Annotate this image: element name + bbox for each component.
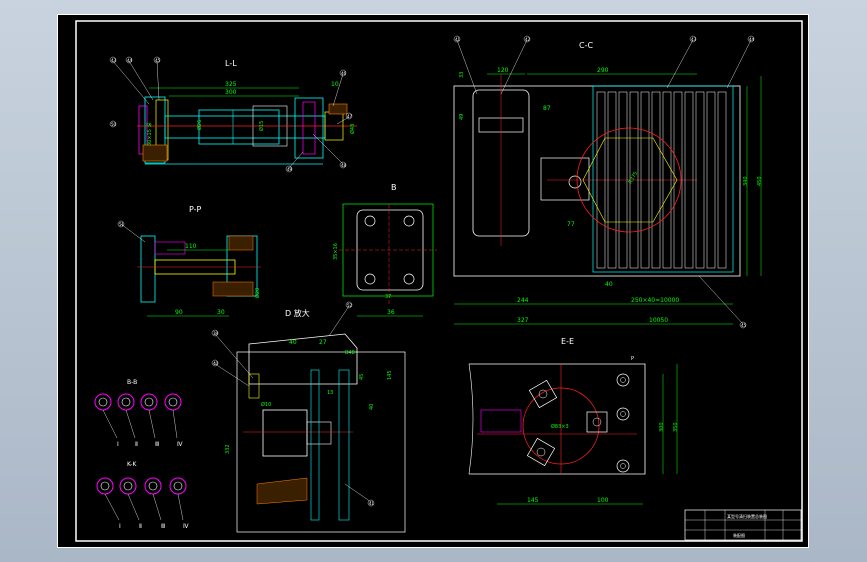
view-bb-title: B-B <box>127 379 137 386</box>
balloon-ll-0: 43 <box>111 58 117 63</box>
balloon-cc-3: 44 <box>749 37 755 42</box>
balloon-pp-0: 51 <box>119 222 125 227</box>
kk-roman-2: Ⅲ <box>161 523 165 530</box>
dim-cc-33: 33 <box>459 72 465 78</box>
bb-roman-1: Ⅱ <box>135 441 138 448</box>
kk-roman-0: Ⅰ <box>119 523 121 530</box>
view-d: D 放大 40 27 B48 145 13 Ø10 40 332 45 39 4… <box>211 301 406 533</box>
dim-cc-grid: 250×40=10000 <box>631 297 679 304</box>
view-bb: B-B Ⅰ Ⅱ Ⅲ Ⅳ <box>94 379 183 448</box>
balloon-ll-4: 47 <box>347 114 353 119</box>
dim-cc-450: 450 <box>757 176 763 186</box>
bb-roman-0: Ⅰ <box>117 441 119 448</box>
balloon-ll-7: 50 <box>111 122 117 127</box>
balloon-d-1: 40 <box>213 361 219 366</box>
view-pp-title: P-P <box>189 205 202 214</box>
dim-d-45: 45 <box>359 374 365 380</box>
view-cc: C-C R375 120 290 87 33 49 77 40 244 250×… <box>453 35 763 329</box>
dim-d-phi10: Ø10 <box>261 401 271 408</box>
dim-d-145: 145 <box>387 370 393 380</box>
dim-ll-phi15: Ø15 <box>258 121 265 131</box>
dim-ee-300: 300 <box>659 422 665 432</box>
dim-cc-40: 40 <box>605 281 613 288</box>
dim-pp-110: 110 <box>185 243 197 250</box>
view-cc-title: C-C <box>579 41 593 50</box>
balloon-d-2: 41 <box>369 501 375 506</box>
dim-ll-phi26: Ø26 <box>196 120 203 130</box>
dim-d-13: 13 <box>327 390 333 396</box>
drawing-code: 装配图 <box>733 532 745 538</box>
dim-pp-90: 90 <box>175 309 183 316</box>
dim-ee-145: 145 <box>527 497 539 504</box>
dim-cc-49: 49 <box>459 114 465 120</box>
balloon-cc-1: 42 <box>525 37 531 42</box>
dim-ee-350: 350 <box>673 422 679 432</box>
kk-roman-1: Ⅱ <box>139 523 142 530</box>
dim-pp-30: 30 <box>217 309 225 316</box>
ee-point-label: P <box>631 356 634 362</box>
balloon-cc-2: 43 <box>691 37 697 42</box>
dim-d-40: 40 <box>289 339 297 346</box>
view-b: B 37 36 35×16 <box>333 183 437 317</box>
view-kk: K-K Ⅰ Ⅱ Ⅲ Ⅳ <box>96 461 189 530</box>
dim-ll-shaft: 30×15 深 <box>146 122 153 146</box>
dim-d-27: 27 <box>319 339 327 346</box>
dim-cc-arc: R375 <box>628 171 640 185</box>
balloon-cc-0: 41 <box>455 37 461 42</box>
dim-cc-77: 77 <box>567 221 575 228</box>
balloon-cc-4: 45 <box>741 323 747 328</box>
dim-cc-87: 87 <box>543 105 551 112</box>
balloon-ll-1: 44 <box>127 58 133 63</box>
dim-b-37: 37 <box>385 294 391 300</box>
view-d-title: D 放大 <box>285 308 310 318</box>
dim-cc-244: 244 <box>517 297 529 304</box>
view-pp: P-P 110 Ø20 90 30 51 <box>117 205 261 317</box>
view-ee-title: E-E <box>561 337 574 346</box>
dim-d-332: 332 <box>225 444 231 454</box>
drawing-canvas: L-L 325 300 10 Ø26 Ø15 Ø48 30×15 深 43 44… <box>57 14 809 548</box>
cad-viewport[interactable]: L-L 325 300 10 Ø26 Ø15 Ø48 30×15 深 43 44… <box>0 0 867 562</box>
dim-cc-10050: 10050 <box>649 317 668 324</box>
balloon-d-0: 39 <box>213 331 219 336</box>
balloon-ll-6: 49 <box>287 167 293 172</box>
dim-d-40b: 40 <box>369 404 375 410</box>
view-ee: E-E Ø83×3 P 145 100 300 350 <box>468 337 679 505</box>
dim-ll-300: 300 <box>225 89 237 96</box>
dim-cc-290: 290 <box>597 67 609 74</box>
balloon-ll-3: 46 <box>341 71 347 76</box>
dim-ll-10: 10 <box>331 81 339 88</box>
kk-roman-3: Ⅳ <box>183 523 189 530</box>
bb-roman-2: Ⅲ <box>155 441 159 448</box>
dim-pp-phi20: Ø20 <box>254 288 261 298</box>
dim-b-side: 35×16 <box>333 243 339 260</box>
dim-cc-340: 340 <box>743 176 749 186</box>
dim-ee-arc: Ø83×3 <box>551 423 569 430</box>
dim-cc-327: 327 <box>517 317 529 324</box>
dim-ll-phi48: Ø48 <box>349 124 356 134</box>
dim-d-b48: B48 <box>345 350 355 356</box>
drawing-name: 某型号清扫装置总装图 <box>727 513 767 519</box>
view-ll: L-L 325 300 10 Ø26 Ø15 Ø48 30×15 深 43 44… <box>109 56 357 173</box>
drawing-sheet: L-L 325 300 10 Ø26 Ø15 Ø48 30×15 深 43 44… <box>57 14 809 548</box>
dim-ee-100: 100 <box>597 497 609 504</box>
title-block: 某型号清扫装置总装图 装配图 <box>684 509 802 541</box>
bb-roman-3: Ⅳ <box>177 441 183 448</box>
view-ll-title: L-L <box>225 59 237 68</box>
dim-cc-120: 120 <box>497 67 509 74</box>
view-kk-title: K-K <box>127 461 137 468</box>
dim-ll-325: 325 <box>225 81 237 88</box>
balloon-ll-2: 45 <box>155 58 161 63</box>
dim-b-36: 36 <box>387 309 395 316</box>
balloon-ll-5: 48 <box>341 163 347 168</box>
view-b-title: B <box>391 183 397 192</box>
balloon-d-3: 52 <box>347 303 353 308</box>
